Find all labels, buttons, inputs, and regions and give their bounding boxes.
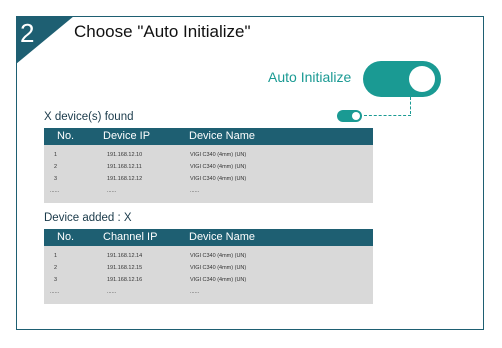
devices-found-table: No. Device IP Device Name 1 191.168.12.1… <box>44 128 373 203</box>
table-header: No. Channel IP Device Name <box>44 229 373 246</box>
column-header: No. <box>57 231 75 243</box>
table-header: No. Device IP Device Name <box>44 128 373 145</box>
column-header: Channel IP <box>103 231 158 243</box>
cell-ip: 191.168.12.10 <box>107 152 143 158</box>
auto-initialize-toggle[interactable] <box>337 110 362 122</box>
column-header: Device IP <box>103 130 151 142</box>
cell-device-name: VIGI C340 (4mm) (UN) <box>190 176 247 182</box>
step-number: 2 <box>20 18 35 48</box>
cell-device-name: ...... <box>190 289 200 295</box>
page-title: Choose "Auto Initialize" <box>74 22 251 41</box>
cell-device-name: VIGI C340 (4mm) (UN) <box>190 152 247 158</box>
cell-ip: 191.168.12.11 <box>107 164 142 170</box>
cell-no: 2 <box>54 164 58 170</box>
cell-no: 3 <box>54 176 58 182</box>
cell-ip: ...... <box>107 289 117 295</box>
column-header: No. <box>57 130 75 142</box>
table-row: ...... ...... ...... <box>44 286 373 298</box>
cell-ip: 191.168.12.16 <box>107 277 143 283</box>
column-header: Device Name <box>189 130 256 142</box>
cell-no: 2 <box>54 265 58 271</box>
cell-device-name: ...... <box>190 188 200 194</box>
table-row: 2 191.168.12.11 VIGI C340 (4mm) (UN) <box>44 161 373 173</box>
cell-ip: 191.168.12.12 <box>107 176 143 182</box>
column-header: Device Name <box>189 231 256 243</box>
toggle-knob <box>352 112 360 120</box>
devices-added-label: Device added : X <box>44 212 132 224</box>
auto-initialize-toggle-zoomed <box>363 61 441 97</box>
cell-ip: ...... <box>107 188 117 194</box>
auto-initialize-label: Auto Initialize <box>268 69 352 85</box>
table-row: ...... ...... ...... <box>44 185 373 197</box>
cell-no: 1 <box>54 253 58 259</box>
table-row: 3 191.168.12.12 VIGI C340 (4mm) (UN) <box>44 173 373 185</box>
cell-ip: 191.168.12.14 <box>107 253 143 259</box>
cell-ip: 191.168.12.15 <box>107 265 143 271</box>
cell-no: 3 <box>54 277 58 283</box>
table-row: 1 191.168.12.10 VIGI C340 (4mm) (UN) <box>44 149 373 161</box>
callout-line <box>410 97 411 114</box>
table-row: 3 191.168.12.16 VIGI C340 (4mm) (UN) <box>44 274 373 286</box>
cell-device-name: VIGI C340 (4mm) (UN) <box>190 253 247 259</box>
table-row: 2 191.168.12.15 VIGI C340 (4mm) (UN) <box>44 262 373 274</box>
table-row: 1 191.168.12.14 VIGI C340 (4mm) (UN) <box>44 250 373 262</box>
toggle-knob <box>409 66 435 92</box>
devices-found-label: X device(s) found <box>44 111 134 123</box>
callout-line <box>364 115 411 116</box>
cell-no: ...... <box>50 289 60 295</box>
cell-device-name: VIGI C340 (4mm) (UN) <box>190 164 247 170</box>
devices-added-table: No. Channel IP Device Name 1 191.168.12.… <box>44 229 373 304</box>
cell-device-name: VIGI C340 (4mm) (UN) <box>190 277 247 283</box>
cell-no: ...... <box>50 188 60 194</box>
cell-no: 1 <box>54 152 58 158</box>
cell-device-name: VIGI C340 (4mm) (UN) <box>190 265 247 271</box>
